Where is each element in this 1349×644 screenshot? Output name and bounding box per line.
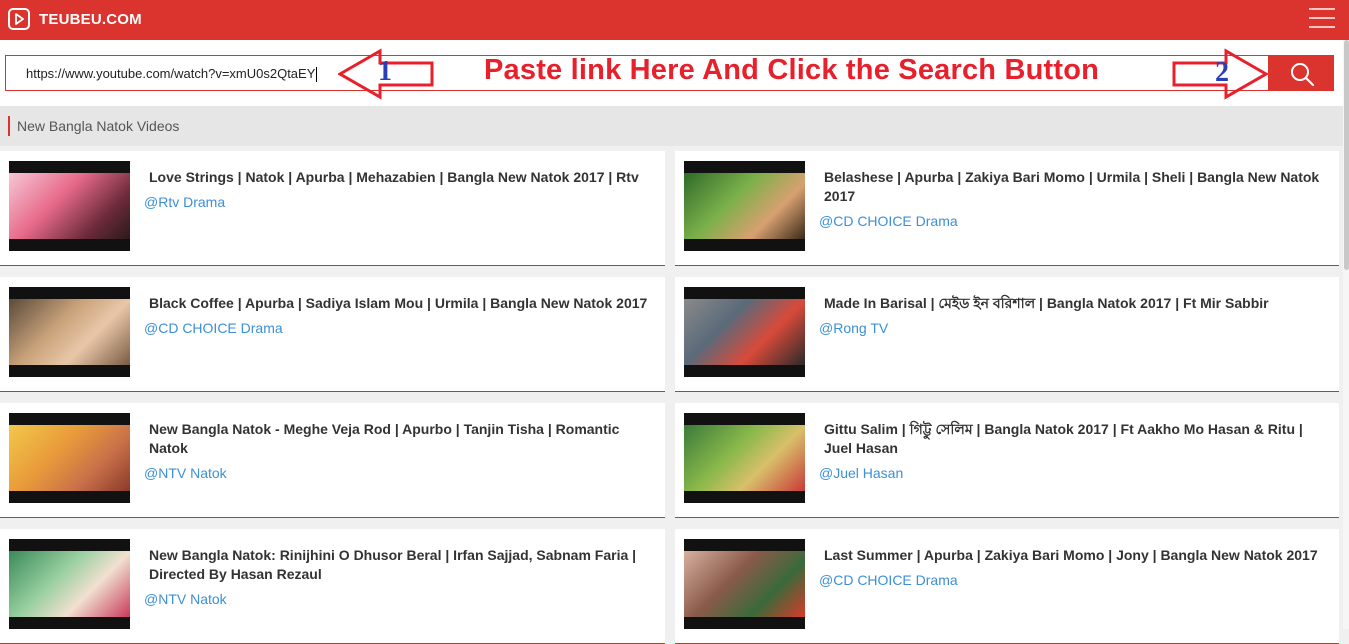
video-channel[interactable]: @CD CHOICE Drama — [819, 213, 958, 229]
search-icon — [1291, 63, 1315, 87]
video-title[interactable]: Last Summer | Apurba | Zakiya Bari Momo … — [824, 546, 1324, 565]
section-header: New Bangla Natok Videos — [0, 106, 1343, 146]
video-card[interactable]: New Bangla Natok: Rinijhini O Dhusor Ber… — [0, 529, 665, 644]
video-channel[interactable]: @Rong TV — [819, 320, 888, 336]
video-channel[interactable]: @CD CHOICE Drama — [144, 320, 283, 336]
video-thumbnail[interactable] — [684, 287, 805, 377]
video-title[interactable]: New Bangla Natok - Meghe Veja Rod | Apur… — [149, 420, 649, 458]
section-title: New Bangla Natok Videos — [17, 118, 180, 134]
video-card[interactable]: Last Summer | Apurba | Zakiya Bari Momo … — [675, 529, 1339, 644]
video-card[interactable]: Gittu Salim | গিট্টু সেলিম | Bangla Nato… — [675, 403, 1339, 518]
site-logo[interactable]: TEUBEU.COM — [8, 8, 142, 30]
video-title[interactable]: Black Coffee | Apurba | Sadiya Islam Mou… — [149, 294, 649, 313]
logo-text: TEUBEU.COM — [39, 10, 142, 28]
video-thumbnail[interactable] — [684, 413, 805, 503]
video-channel[interactable]: @Juel Hasan — [819, 465, 903, 481]
video-card[interactable]: Made In Barisal | মেইড ইন বরিশাল | Bangl… — [675, 277, 1339, 392]
url-input-value[interactable]: https://www.youtube.com/watch?v=xmU0s2Qt… — [26, 66, 318, 83]
video-thumbnail[interactable] — [9, 413, 130, 503]
video-title[interactable]: Gittu Salim | গিট্টু সেলিম | Bangla Nato… — [824, 420, 1324, 458]
search-area: https://www.youtube.com/watch?v=xmU0s2Qt… — [0, 40, 1343, 106]
video-card[interactable]: New Bangla Natok - Meghe Veja Rod | Apur… — [0, 403, 665, 518]
video-card[interactable]: Black Coffee | Apurba | Sadiya Islam Mou… — [0, 277, 665, 392]
video-thumbnail[interactable] — [9, 539, 130, 629]
video-channel[interactable]: @CD CHOICE Drama — [819, 572, 958, 588]
search-button[interactable] — [1268, 55, 1334, 91]
video-thumbnail[interactable] — [684, 539, 805, 629]
video-title[interactable]: Belashese | Apurba | Zakiya Bari Momo | … — [824, 168, 1324, 206]
video-title[interactable]: Made In Barisal | মেইড ইন বরিশাল | Bangl… — [824, 294, 1324, 313]
url-input[interactable]: https://www.youtube.com/watch?v=xmU0s2Qt… — [5, 55, 1269, 91]
video-card[interactable]: Belashese | Apurba | Zakiya Bari Momo | … — [675, 151, 1339, 266]
video-thumbnail[interactable] — [684, 161, 805, 251]
video-channel[interactable]: @NTV Natok — [144, 591, 227, 607]
section-accent — [8, 116, 10, 136]
video-title[interactable]: Love Strings | Natok | Apurba | Mehazabi… — [149, 168, 649, 187]
video-title[interactable]: New Bangla Natok: Rinijhini O Dhusor Ber… — [149, 546, 649, 584]
video-thumbnail[interactable] — [9, 287, 130, 377]
menu-icon[interactable] — [1309, 8, 1335, 30]
top-navbar: TEUBEU.COM — [0, 0, 1349, 40]
video-channel[interactable]: @Rtv Drama — [144, 194, 225, 210]
play-icon — [8, 8, 30, 30]
video-thumbnail[interactable] — [9, 161, 130, 251]
video-channel[interactable]: @NTV Natok — [144, 465, 227, 481]
video-card[interactable]: Love Strings | Natok | Apurba | Mehazabi… — [0, 151, 665, 266]
scrollbar-thumb[interactable] — [1344, 40, 1349, 270]
